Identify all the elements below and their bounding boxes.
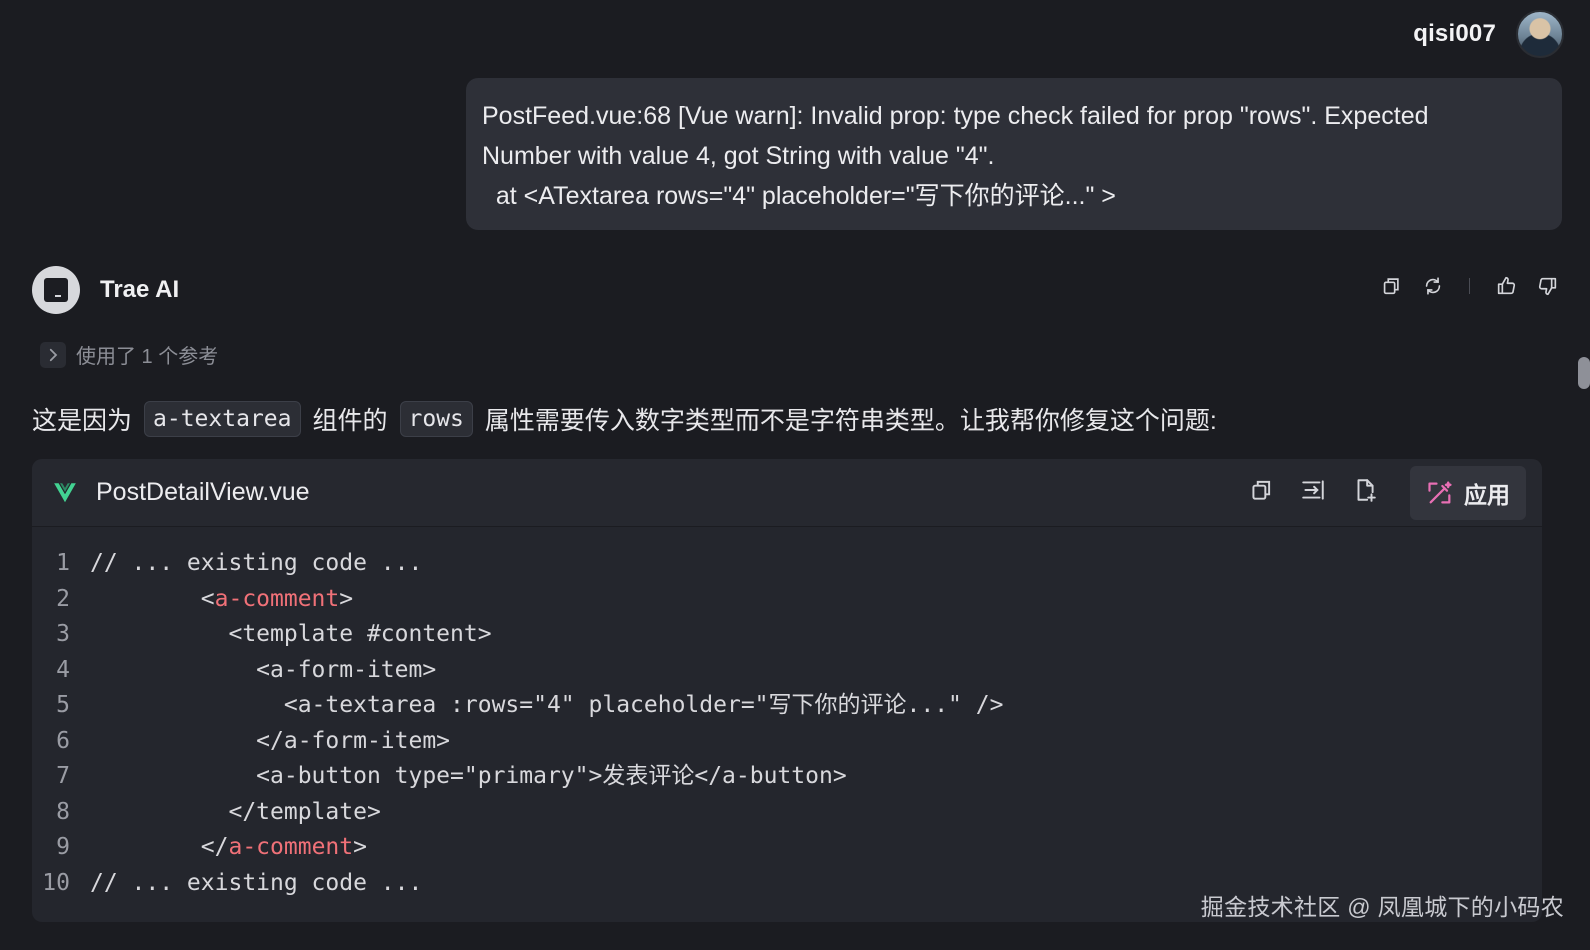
magic-wand-icon [1428,480,1452,503]
assistant-explanation: 这是因为 a-textarea 组件的 rows 属性需要传入数字类型而不是字符… [32,398,1217,440]
code-text: <template #content> [90,621,492,647]
line-number: 5 [56,692,70,718]
user-message-line: PostFeed.vue:68 [Vue warn]: Invalid prop… [482,102,1429,130]
watermark: 掘金技术社区 @ 凤凰城下的小码农 [1200,894,1564,920]
code-line: 4 <a-form-item> [32,653,1542,689]
code-tag-name: a-comment [214,585,340,612]
code-block-header: PostDetailView.vue 应用 [32,459,1542,527]
line-number: 4 [56,656,70,683]
explanation-text: 属性需要传入数字类型而不是字符串类型。让我帮你修复这个问题: [484,407,1217,435]
code-text: <a-textarea :rows="4" placeholder="写下你的评… [90,692,1004,718]
code-text: <a-button type="primary">发表评论</a-button> [90,763,847,789]
apply-button[interactable]: 应用 [1410,465,1526,520]
user-avatar[interactable] [1516,10,1564,58]
line-number: 8 [56,798,70,825]
references-toggle[interactable]: 使用了 1 个参考 [40,340,218,369]
regenerate-icon[interactable] [1421,274,1445,298]
copy-icon[interactable] [1379,274,1403,298]
user-message-line: at <ATextarea rows="4" placeholder="写下你的… [482,182,1116,210]
assistant-header: Trae AI [32,266,179,314]
line-number: 1 [56,550,70,576]
code-text: </ [90,834,229,860]
trae-logo-icon [44,278,68,302]
user-header: qisi007 [1413,10,1564,58]
inline-code: a-textarea [144,401,301,437]
add-file-icon[interactable] [1352,477,1378,508]
code-text: <a-form-item> [90,656,437,683]
code-line: 3 <template #content> [32,617,1542,653]
explanation-text: 组件的 [312,407,388,435]
code-text: < [90,585,215,612]
assistant-avatar [32,266,80,314]
code-text: // ... existing code ... [90,550,423,576]
code-line: 1 // ... existing code ... [32,546,1542,582]
code-line: 6 </a-form-item> [32,724,1542,760]
insert-to-terminal-icon[interactable] [1300,477,1326,508]
explanation-text: 这是因为 [32,407,133,435]
code-line: 9 </a-comment > [32,830,1542,866]
line-number: 10 [42,869,70,896]
line-number: 6 [56,727,70,754]
code-line: 7 <a-button type="primary">发表评论</a-butto… [32,759,1542,795]
code-content: 1// ... existing code ... 2 < a-comment >3 … [32,527,1542,901]
line-number: 3 [56,621,70,647]
code-text: </a-form-item> [90,727,451,754]
line-number: 7 [56,763,70,789]
inline-code: rows [399,401,473,437]
vue-file-icon [54,482,76,502]
message-actions [1379,274,1560,298]
user-message-bubble: PostFeed.vue:68 [Vue warn]: Invalid prop… [466,78,1562,230]
username: qisi007 [1413,20,1496,47]
code-text: > [339,585,354,612]
assistant-name: Trae AI [100,276,180,303]
code-text: > [353,834,367,860]
code-block: PostDetailView.vue 应用 1 // ... existing … [32,459,1542,922]
code-file-name: PostDetailView.vue [96,478,310,506]
copy-code-icon[interactable] [1248,477,1274,508]
thumbs-down-icon[interactable] [1536,274,1560,298]
line-number: 9 [56,834,70,860]
code-toolbar: 应用 [1248,465,1526,520]
code-line: 2 < a-comment > [32,582,1542,618]
code-line: 5 <a-textarea :rows="4" placeholder="写下你… [32,688,1542,724]
chevron-right-icon [40,341,66,368]
code-line: 8 </template> [32,795,1542,831]
code-text: </template> [90,798,381,825]
actions-divider [1469,278,1470,294]
apply-button-label: 应用 [1464,481,1510,508]
scrollbar-thumb[interactable] [1578,357,1590,389]
code-tag-name: a-comment [228,834,354,860]
line-number: 2 [56,585,70,612]
thumbs-up-icon[interactable] [1494,274,1518,298]
references-label: 使用了 1 个参考 [76,346,219,368]
user-message-line: Number with value 4, got String with val… [482,142,995,170]
code-text: // ... existing code ... [90,869,423,896]
